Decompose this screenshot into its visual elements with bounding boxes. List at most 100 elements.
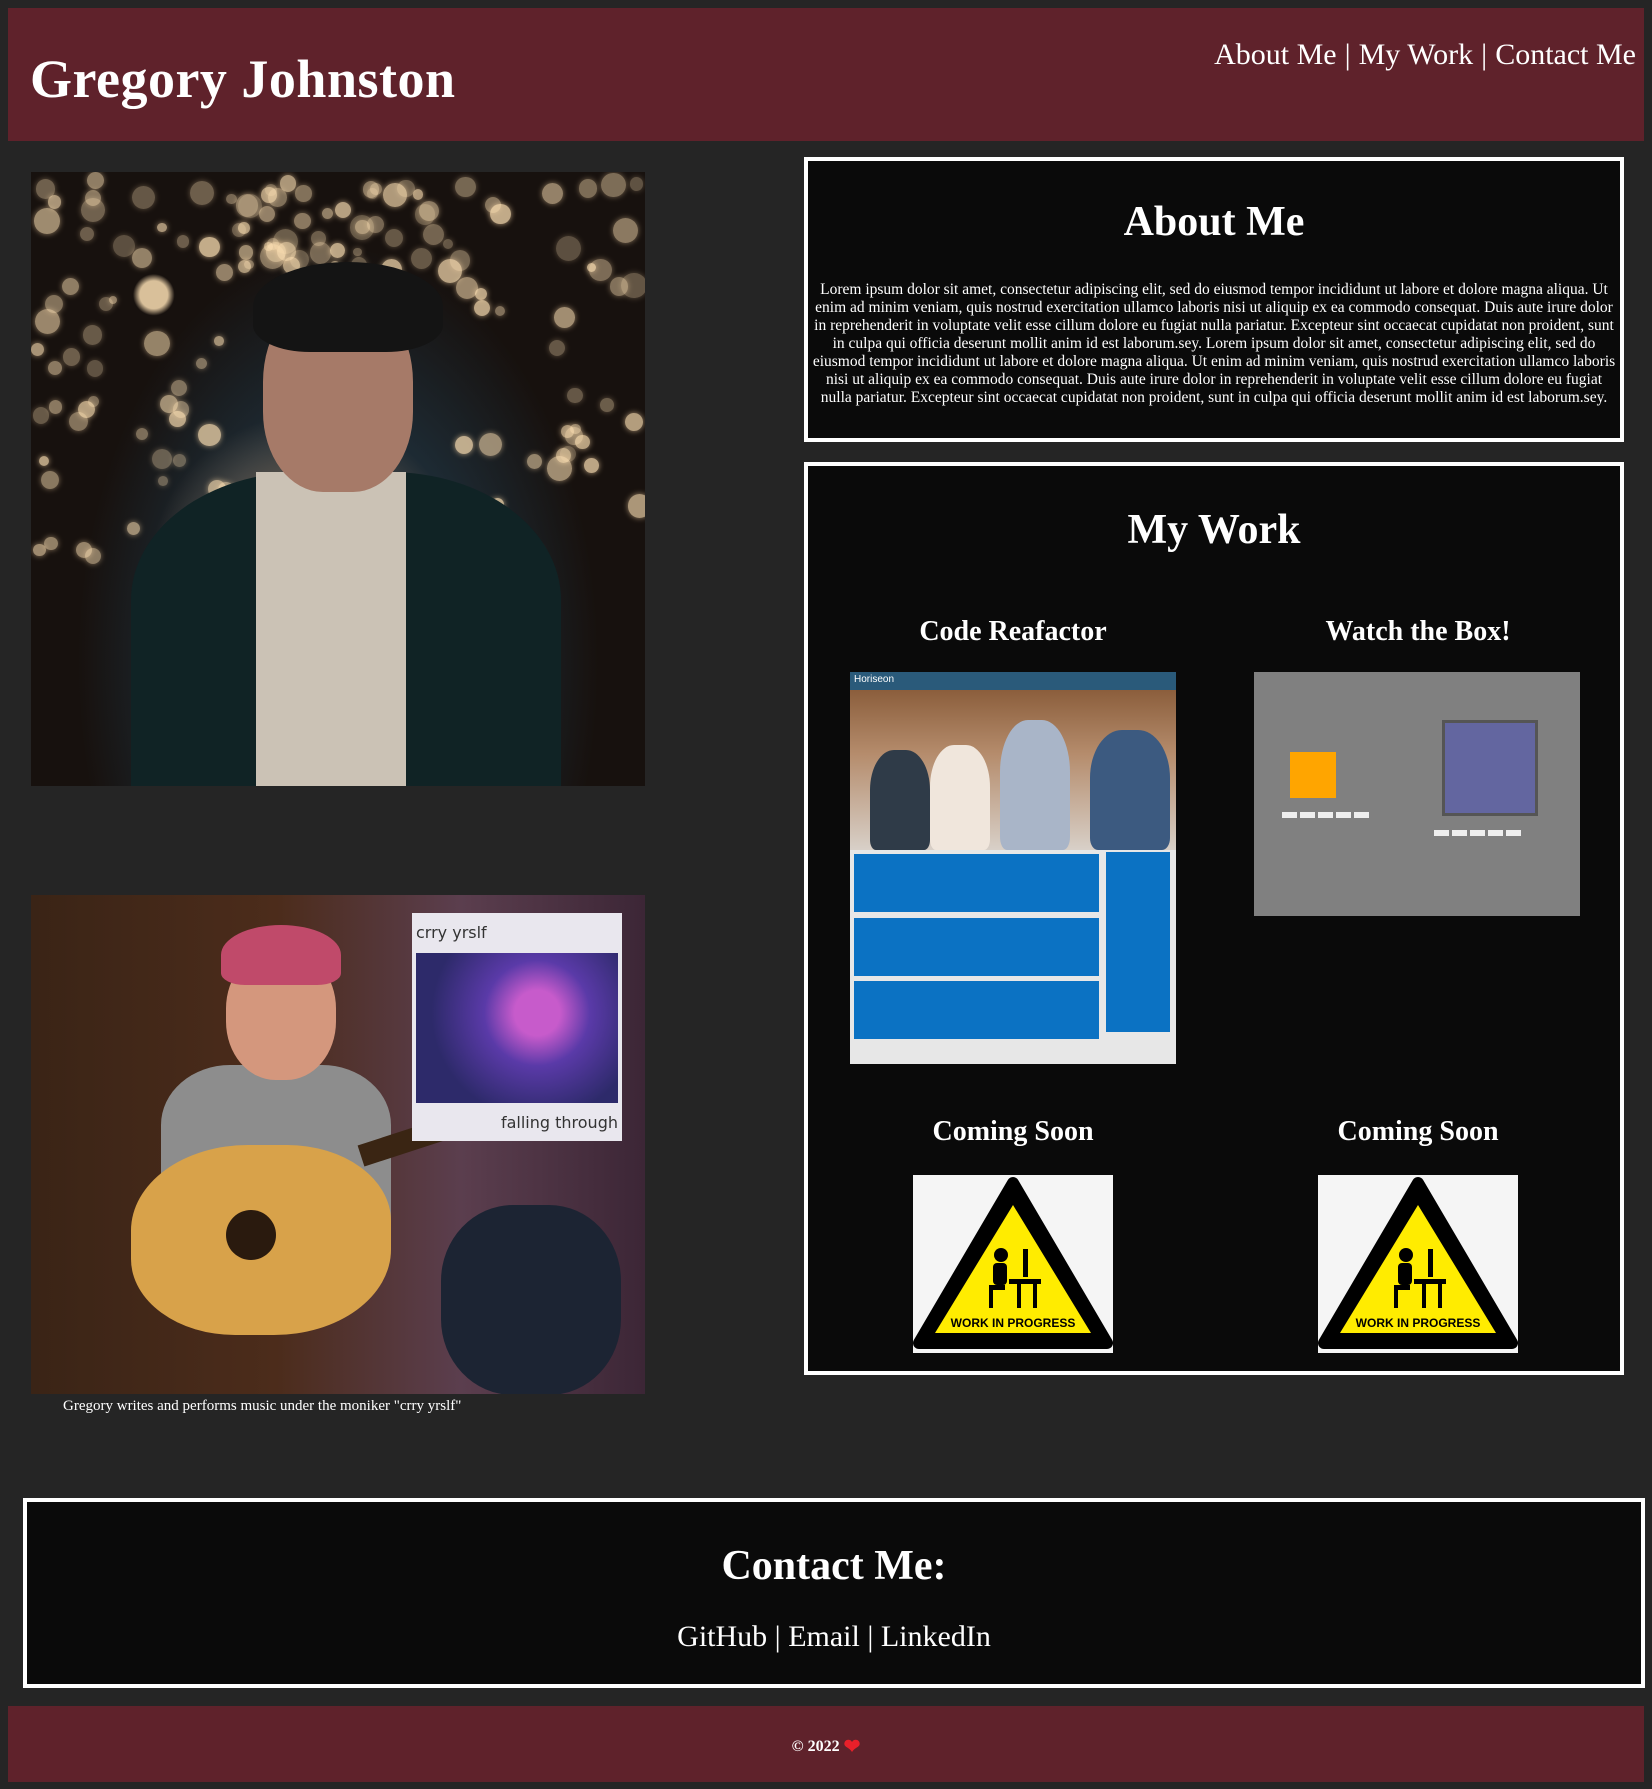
bokeh-light — [189, 181, 214, 206]
bokeh-light — [541, 183, 563, 205]
bokeh-light — [226, 193, 237, 204]
bokeh-light — [321, 208, 333, 220]
bokeh-light — [80, 226, 95, 241]
bokeh-light — [334, 201, 351, 218]
warning-sign-icon: WORK IN PROGRESS — [913, 1177, 1113, 1349]
portrait-photo — [31, 172, 645, 786]
bokeh-light — [47, 195, 62, 209]
performance-photo: crry yrslf falling through — [31, 895, 645, 1394]
bokeh-light — [87, 396, 99, 407]
project-title: Watch the Box! — [1325, 616, 1511, 647]
bokeh-light — [158, 475, 169, 486]
bokeh-light — [584, 458, 600, 474]
linkedin-link[interactable]: LinkedIn — [881, 1620, 991, 1653]
bokeh-light — [84, 548, 101, 565]
contact-section: Contact Me: GitHub | Email | LinkedIn — [23, 1498, 1645, 1688]
bokeh-light — [62, 278, 80, 296]
bokeh-light — [455, 177, 476, 198]
github-link[interactable]: GitHub — [677, 1620, 767, 1653]
bokeh-light — [34, 208, 60, 235]
bokeh-light — [199, 236, 220, 257]
portrait-cap — [253, 262, 443, 352]
bokeh-light — [454, 435, 473, 454]
album-cover: crry yrslf falling through — [412, 913, 622, 1141]
contact-separator: | — [867, 1620, 874, 1653]
bokeh-light — [126, 521, 141, 536]
bokeh-light — [419, 201, 440, 222]
bokeh-light — [385, 228, 404, 248]
watch-the-box-thumbnail[interactable] — [1254, 672, 1580, 916]
bokeh-light — [196, 357, 208, 369]
work-in-progress-badge: WORK IN PROGRESS — [1356, 1316, 1481, 1330]
bokeh-light — [555, 235, 581, 261]
bokeh-light — [329, 242, 346, 259]
work-in-progress-badge: WORK IN PROGRESS — [951, 1316, 1076, 1330]
bokeh-light — [367, 187, 379, 199]
bokeh-light — [48, 400, 63, 414]
nav-link-contact[interactable]: Contact Me — [1495, 38, 1636, 72]
bokeh-light — [86, 360, 104, 377]
demo-buttons — [1434, 830, 1521, 836]
album-subtitle: falling through — [500, 1113, 618, 1132]
bokeh-light — [239, 245, 254, 260]
nav-link-work[interactable]: My Work — [1359, 38, 1474, 72]
bokeh-light — [38, 455, 50, 467]
nav-separator: | — [1481, 38, 1488, 71]
drum-kit — [441, 1205, 621, 1394]
thumbnail-sidebar — [1106, 852, 1170, 1032]
project-title: Coming Soon — [932, 1116, 1094, 1147]
nav-separator: | — [1344, 38, 1351, 71]
thumbnail-card — [854, 918, 1099, 976]
thumbnail-navbar: Horiseon — [850, 672, 1176, 690]
bokeh-light — [413, 189, 424, 200]
work-heading: My Work — [1127, 507, 1301, 553]
work-in-progress-thumbnail[interactable]: WORK IN PROGRESS — [913, 1175, 1113, 1353]
bokeh-light — [232, 223, 247, 238]
heart-icon: ❤ — [843, 1736, 861, 1758]
album-title: crry yrslf — [416, 923, 487, 942]
bokeh-light — [48, 360, 63, 375]
warning-sign-icon: WORK IN PROGRESS — [1318, 1177, 1518, 1349]
nav-link-about[interactable]: About Me — [1214, 38, 1337, 72]
bokeh-light — [353, 247, 362, 257]
work-section: My Work Code Reafactor Watch the Box! Ho… — [804, 462, 1624, 1375]
bokeh-light — [609, 276, 629, 296]
bokeh-light — [144, 331, 170, 357]
bokeh-light — [132, 248, 153, 269]
bokeh-light — [612, 217, 638, 243]
contact-heading: Contact Me: — [721, 1543, 947, 1589]
code-refactor-thumbnail[interactable]: Horiseon — [850, 672, 1176, 1064]
about-text: Lorem ipsum dolor sit amet, consectetur … — [812, 281, 1616, 406]
bokeh-light — [294, 212, 312, 230]
contact-separator: | — [774, 1620, 781, 1653]
bokeh-light — [295, 185, 312, 202]
bokeh-light — [176, 235, 190, 248]
thumbnail-card — [854, 854, 1099, 912]
bokeh-light — [244, 259, 254, 269]
thumbnail-card — [854, 981, 1099, 1039]
work-in-progress-thumbnail[interactable]: WORK IN PROGRESS — [1318, 1175, 1518, 1353]
thumbnail-brand: Horiseon — [854, 674, 895, 685]
bokeh-light — [474, 288, 488, 301]
bokeh-light — [173, 454, 186, 468]
bokeh-light — [82, 325, 103, 345]
project-title: Code Reafactor — [919, 616, 1107, 647]
bokeh-light — [367, 215, 385, 233]
bokeh-light — [547, 456, 572, 481]
bokeh-light — [132, 186, 156, 210]
bokeh-light — [554, 306, 576, 328]
bokeh-light — [198, 424, 221, 447]
bokeh-light — [151, 448, 173, 470]
bokeh-light — [549, 339, 566, 356]
bokeh-light — [237, 193, 262, 218]
bokeh-light — [443, 239, 454, 250]
thumbnail-hero — [850, 690, 1176, 850]
project-title: Coming Soon — [1337, 1116, 1499, 1147]
bokeh-light — [136, 428, 149, 441]
bokeh-light — [630, 177, 644, 191]
album-artwork — [416, 953, 618, 1103]
bokeh-light — [570, 423, 581, 434]
bokeh-light — [277, 242, 297, 261]
bokeh-light — [214, 336, 224, 346]
email-link[interactable]: Email — [788, 1620, 860, 1653]
